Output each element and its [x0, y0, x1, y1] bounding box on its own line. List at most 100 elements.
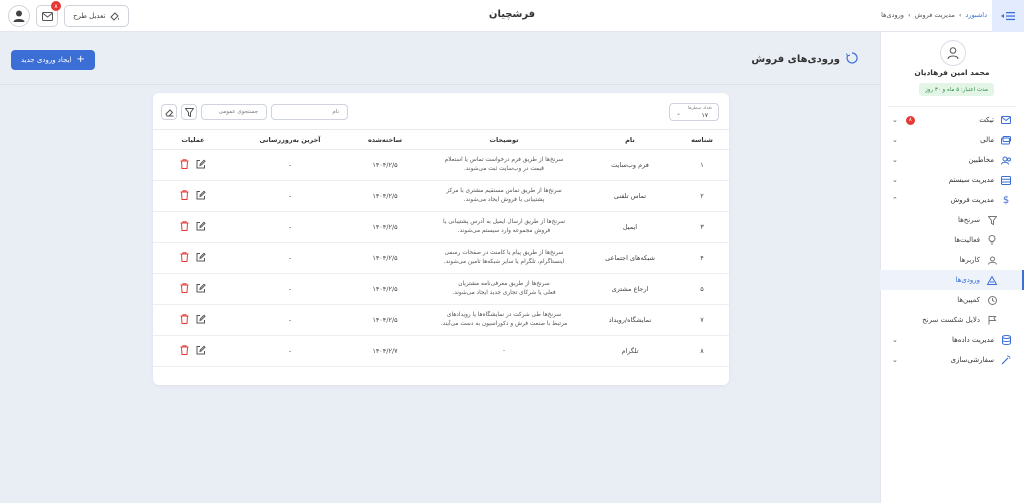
cell-name: شبکه‌های اجتماعی: [585, 242, 675, 274]
delete-icon[interactable]: [180, 283, 189, 295]
cell-created: ۱۴۰۴/۲/۵: [347, 149, 423, 181]
breadcrumb-separator: ›: [907, 11, 911, 19]
rows-per-page-label: تعداد سطرها: [687, 106, 712, 111]
sidebar-item-sales[interactable]: $ مدیریت فروش ⌃: [880, 190, 1024, 210]
cell-id: ۷: [675, 304, 729, 336]
inputs-card: تعداد سطرها ۱۷ ⌄ جستجوی عمومی نام شناسه …: [153, 93, 729, 385]
create-input-button[interactable]: + ایجاد ورودی جدید: [11, 50, 95, 70]
cell-name: ایمیل: [585, 211, 675, 243]
cell-id: ۸: [675, 335, 729, 367]
cell-id: ۲: [675, 180, 729, 212]
sidebar-item-ticket[interactable]: تیکت ۸ ⌄: [880, 110, 1024, 130]
sidebar-item-users[interactable]: کاربرها: [880, 250, 1024, 270]
refresh-money-icon: [846, 52, 858, 67]
header-divider: [0, 84, 880, 85]
dollar-icon: $: [1002, 194, 1010, 206]
table-row: ۵ ارجاع مشتری سرنخ‌ها از طریق معرفی‌نامه…: [153, 273, 729, 305]
create-input-label: ایجاد ورودی جدید: [21, 56, 72, 64]
cell-created: ۱۴۰۴/۲/۵: [347, 273, 423, 305]
col-created[interactable]: ساخته‌شده: [347, 129, 423, 150]
col-updated[interactable]: آخرین به‌روزرسانی: [233, 129, 347, 150]
description-line: پشتیبانی یا فروش ایجاد می‌شوند.: [463, 197, 545, 203]
cell-name: نمایشگاه/رویداد: [585, 304, 675, 336]
cell-created: ۱۴۰۴/۲/۵: [347, 242, 423, 274]
delete-icon[interactable]: [180, 221, 189, 233]
chevron-down-icon: ⌄: [892, 176, 898, 184]
edit-icon[interactable]: [196, 221, 206, 233]
cell-actions: [153, 273, 233, 305]
cell-id: ۱: [675, 149, 729, 181]
col-name[interactable]: نام: [585, 129, 675, 150]
sidebar-item-system[interactable]: مدیریت سیستم ⌄: [880, 170, 1024, 190]
sidebar-item-campaigns[interactable]: کمپین‌ها: [880, 290, 1024, 310]
menu-toggle-button[interactable]: [992, 0, 1024, 32]
cell-description: -: [423, 335, 585, 367]
cell-actions: [153, 211, 233, 243]
clear-filter-button[interactable]: [161, 104, 177, 120]
sidebar-item-label: تیکت: [979, 116, 994, 124]
col-actions: عملیات: [153, 129, 233, 150]
cell-actions: [153, 149, 233, 181]
sidebar-item-customization[interactable]: سفارشی‌سازی ⌄: [880, 350, 1024, 370]
cell-name: تلگرام: [585, 335, 675, 367]
flag-icon: [986, 314, 998, 326]
cell-updated: -: [233, 180, 347, 212]
col-id[interactable]: شناسه: [675, 129, 729, 150]
delete-icon[interactable]: [180, 159, 189, 171]
bulb-icon: [986, 234, 998, 246]
edit-icon[interactable]: [196, 190, 206, 202]
edit-icon[interactable]: [196, 283, 206, 295]
cell-actions: [153, 304, 233, 336]
sidebar-item-inputs[interactable]: ورودی‌ها: [880, 270, 1024, 290]
cell-updated: -: [233, 335, 347, 367]
sidebar-item-contacts[interactable]: مخاطبین ⌄: [880, 150, 1024, 170]
cell-actions: [153, 335, 233, 367]
filter-button[interactable]: [181, 104, 197, 120]
breadcrumb-home[interactable]: داشبورد: [966, 11, 988, 19]
cell-description: سرنخ‌ها طی شرکت در نمایشگاه‌ها یا رویداد…: [423, 304, 585, 336]
rows-per-page-value: ۱۷: [701, 112, 708, 119]
breadcrumb: داشبورد › مدیریت فروش › ورودی‌ها: [881, 11, 987, 19]
sidebar-item-finance[interactable]: مالی ⌄: [880, 130, 1024, 150]
chevron-down-icon: ⌄: [892, 336, 898, 344]
description-line: سرنخ‌ها از طریق ارسال ایمیل به آدرس پشتی…: [442, 219, 566, 226]
sidebar-item-activities[interactable]: فعالیت‌ها: [880, 230, 1024, 250]
sidebar-item-loss-reasons[interactable]: دلایل شکست سرنخ: [880, 310, 1024, 330]
eraser-icon: [164, 108, 173, 116]
sidebar-item-label: ورودی‌ها: [955, 276, 980, 284]
description-line: اینستاگرام، تلگرام یا سایر شبکه‌ها تامین…: [443, 259, 565, 265]
sidebar-item-leads[interactable]: سرنخ‌ها: [880, 210, 1024, 230]
cell-name: تماس تلفنی: [585, 180, 675, 212]
col-description[interactable]: توضیحات: [423, 129, 585, 150]
breadcrumb-section[interactable]: مدیریت فروش: [915, 11, 955, 19]
edit-icon[interactable]: [196, 345, 206, 357]
filter-icon: [184, 107, 194, 117]
cell-description: سرنخ‌ها از طریق فرم درخواست تماس یا استع…: [423, 149, 585, 181]
sidebar-item-data-management[interactable]: مدیریت داده‌ها ⌄: [880, 330, 1024, 350]
sidebar-nav: تیکت ۸ ⌄ مالی ⌄ مخاطبین ⌄ مدیریت سیستم ⌄…: [880, 110, 1024, 370]
delete-icon[interactable]: [180, 190, 189, 202]
breadcrumb-current: ورودی‌ها: [881, 11, 904, 19]
rows-per-page-select[interactable]: تعداد سطرها ۱۷ ⌄: [669, 103, 719, 121]
table-row: ۴ شبکه‌های اجتماعی سرنخ‌ها از طریق پیام …: [153, 242, 729, 274]
edit-icon[interactable]: [196, 159, 206, 171]
sidebar-item-label: کمپین‌ها: [957, 296, 980, 304]
delete-icon[interactable]: [180, 314, 189, 326]
sidebar-item-label: مخاطبین: [968, 156, 994, 164]
name-filter-input[interactable]: نام: [271, 104, 348, 120]
chevron-down-icon: ⌄: [892, 136, 898, 144]
edit-icon[interactable]: [196, 314, 206, 326]
sidebar-item-label: مالی: [980, 136, 994, 144]
wand-icon: [1000, 354, 1012, 366]
general-search-input[interactable]: جستجوی عمومی: [201, 104, 267, 120]
table-row: ۳ ایمیل سرنخ‌ها از طریق ارسال ایمیل به آ…: [153, 211, 729, 243]
chevron-down-icon: ⌄: [892, 116, 898, 124]
edit-icon[interactable]: [196, 252, 206, 264]
description-line: سرنخ‌ها از طریق پیام یا کامنت در صفحات ر…: [444, 250, 564, 257]
delete-icon[interactable]: [180, 252, 189, 264]
sidebar-item-label: مدیریت داده‌ها: [952, 336, 994, 344]
inputs-icon: [986, 274, 998, 286]
delete-icon[interactable]: [180, 345, 189, 357]
cell-created: ۱۴۰۴/۲/۵: [347, 304, 423, 336]
cell-description: سرنخ‌ها از طریق ارسال ایمیل به آدرس پشتی…: [423, 211, 585, 243]
